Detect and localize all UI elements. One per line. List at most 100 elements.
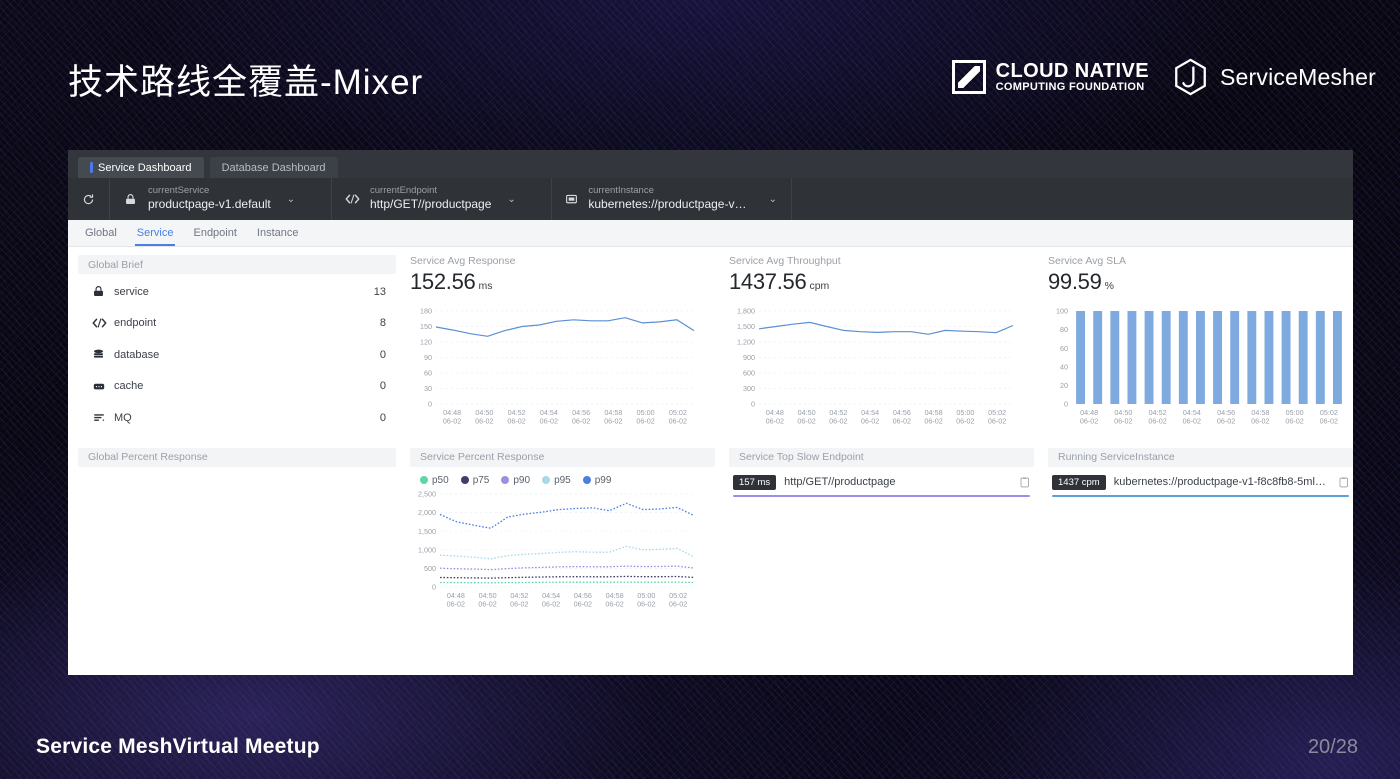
tab-database-dashboard-label: Database Dashboard — [221, 161, 326, 174]
subnav-item-instance[interactable]: Instance — [248, 220, 308, 246]
service-avg-sla-chart: 0 20 40 60 80 100 04:48 06-02 04:50 06-02 04:52 06-… — [1048, 305, 1353, 430]
list-item[interactable]: endpoint 8 — [78, 308, 396, 340]
brief-name: MQ — [114, 411, 132, 424]
svg-text:180: 180 — [420, 307, 432, 316]
global-percent-response-card: Global Percent Response — [78, 447, 396, 613]
servicemesher-logo: ServiceMesher — [1173, 58, 1376, 96]
svg-text:0: 0 — [1064, 400, 1068, 409]
list-item[interactable]: cache 0 — [78, 371, 396, 403]
running-service-instance-card: Running ServiceInstance 1437 cpm kuberne… — [1048, 447, 1353, 613]
top-slow-endpoint-card: Service Top Slow Endpoint 157 ms http/GE… — [729, 447, 1034, 613]
copy-icon[interactable] — [1020, 477, 1030, 488]
refresh-icon — [83, 193, 94, 204]
ranking-name: http/GET//productpage — [784, 476, 896, 488]
list-item[interactable]: database 0 — [78, 339, 396, 371]
subnav-service-label: Service — [136, 227, 174, 239]
subnav-item-endpoint[interactable]: Endpoint — [184, 220, 245, 246]
global-percent-response-title: Global Percent Response — [78, 447, 396, 467]
svg-text:06-02: 06-02 — [1217, 417, 1235, 426]
tab-service-dashboard-label: Service Dashboard — [98, 161, 192, 174]
current-service-value: productpage-v1.default — [148, 197, 271, 212]
metric-value: 1437.56 — [729, 269, 807, 294]
chevron-down-icon[interactable]: ⌄ — [769, 194, 777, 205]
current-instance-selector[interactable]: currentInstance kubernetes://productpage… — [552, 178, 792, 220]
logo-group: CLOUD NATIVE COMPUTING FOUNDATION Servic… — [951, 58, 1376, 96]
svg-text:0: 0 — [428, 400, 432, 409]
svg-text:60: 60 — [1060, 344, 1068, 353]
dashboard-row-top: Global Brief service 13 endpoint 8 datab… — [78, 255, 1343, 434]
svg-text:06-02: 06-02 — [636, 417, 654, 426]
svg-text:06-02: 06-02 — [956, 417, 974, 426]
svg-text:06-02: 06-02 — [475, 417, 493, 426]
svg-text:0: 0 — [751, 400, 755, 409]
subnav-item-service[interactable]: Service — [128, 220, 183, 246]
svg-text:1,000: 1,000 — [418, 545, 436, 554]
subnav-item-global[interactable]: Global — [76, 220, 126, 246]
copy-icon[interactable] — [1339, 477, 1349, 488]
dashboard-subnav: Global Service Endpoint Instance — [68, 220, 1353, 247]
list-item[interactable]: service 13 — [78, 276, 396, 308]
legend-item[interactable]: p75 — [460, 475, 489, 486]
current-endpoint-value: http/GET//productpage — [370, 197, 492, 212]
svg-text:06-02: 06-02 — [669, 599, 687, 608]
brief-name: endpoint — [114, 317, 157, 330]
legend-dot-icon — [582, 476, 591, 484]
svg-text:06-02: 06-02 — [1320, 417, 1338, 426]
svg-text:2,500: 2,500 — [418, 489, 436, 498]
legend-dot-icon — [420, 476, 428, 484]
svg-text:300: 300 — [743, 384, 755, 393]
percent-response-legend: p50 p75 p90 p95 p99 — [420, 475, 715, 486]
skywalking-dashboard-screenshot: Service Dashboard Database Dashboard cur… — [68, 150, 1353, 675]
cncf-logo: CLOUD NATIVE COMPUTING FOUNDATION — [951, 59, 1149, 94]
current-endpoint-selector[interactable]: currentEndpoint http/GET//productpage ⌄ — [332, 178, 552, 220]
tab-database-dashboard[interactable]: Database Dashboard — [209, 157, 338, 178]
list-item[interactable]: MQ 0 — [78, 402, 396, 434]
svg-text:1,500: 1,500 — [737, 322, 755, 331]
ranking-row[interactable]: 1437 cpm kubernetes://productpage-v1-f8c… — [1048, 467, 1353, 497]
svg-text:600: 600 — [743, 369, 755, 378]
brief-name: database — [114, 348, 160, 361]
legend-item[interactable]: p95 — [542, 475, 571, 486]
tab-service-dashboard[interactable]: Service Dashboard — [78, 157, 204, 178]
brief-value: 13 — [373, 285, 386, 298]
bar-chart-svg: 02040608010004:4806-0204:5006-0204:5206-… — [1056, 307, 1342, 426]
cncf-subtitle: COMPUTING FOUNDATION — [995, 80, 1145, 93]
line-chart-svg: 030609012015018004:4806-0204:5006-0204:5… — [420, 307, 695, 426]
current-instance-label: currentInstance — [588, 185, 654, 197]
dashboard-tabstrip: Service Dashboard Database Dashboard — [68, 150, 1353, 178]
svg-text:06-02: 06-02 — [540, 417, 558, 426]
service-avg-response-chart: 0 30 60 90 120 150 180 04:48 06-02 04:50 06-02 04:5… — [410, 305, 715, 430]
ranking-row[interactable]: 157 ms http/GET//productpage — [729, 467, 1034, 497]
legend-item[interactable]: p90 — [501, 475, 530, 486]
legend-item[interactable]: p99 — [582, 475, 611, 486]
svg-text:06-02: 06-02 — [1080, 417, 1098, 426]
servicemesher-text: ServiceMesher — [1220, 63, 1376, 90]
dashboard-content: Global Brief service 13 endpoint 8 datab… — [68, 247, 1353, 613]
global-brief-card: Global Brief service 13 endpoint 8 datab… — [78, 255, 396, 434]
legend-label: p90 — [513, 474, 531, 486]
chevron-down-icon[interactable]: ⌄ — [507, 194, 515, 205]
svg-text:0: 0 — [432, 582, 436, 591]
chevron-down-icon[interactable]: ⌄ — [287, 194, 295, 205]
selector-bar: currentService productpage-v1.default ⌄ … — [68, 178, 1353, 220]
legend-label: p50 — [432, 474, 449, 486]
legend-item[interactable]: p50 — [420, 475, 449, 486]
svg-text:150: 150 — [420, 322, 432, 331]
line-chart-svg: 03006009001,2001,5001,80004:4806-0204:50… — [737, 307, 1014, 426]
svg-text:120: 120 — [420, 338, 432, 347]
top-slow-endpoint-title: Service Top Slow Endpoint — [729, 447, 1034, 467]
cncf-title: CLOUD NATIVE — [995, 59, 1149, 82]
service-icon — [122, 193, 138, 206]
selector-bar-filler — [792, 178, 1353, 220]
service-avg-throughput-card: Service Avg Throughput 1437.56 cpm 0 300 60… — [729, 255, 1034, 434]
refresh-button[interactable] — [68, 178, 110, 220]
slide-title: 技术路线全覆盖-Mixer — [68, 63, 424, 102]
service-percent-response-title: Service Percent Response — [410, 447, 715, 467]
svg-text:06-02: 06-02 — [572, 417, 590, 426]
current-service-selector[interactable]: currentService productpage-v1.default ⌄ — [110, 178, 332, 220]
legend-dot-icon — [542, 476, 551, 484]
svg-text:60: 60 — [424, 369, 432, 378]
service-icon — [92, 285, 114, 298]
svg-text:1,200: 1,200 — [737, 338, 755, 347]
svg-text:06-02: 06-02 — [605, 599, 623, 608]
